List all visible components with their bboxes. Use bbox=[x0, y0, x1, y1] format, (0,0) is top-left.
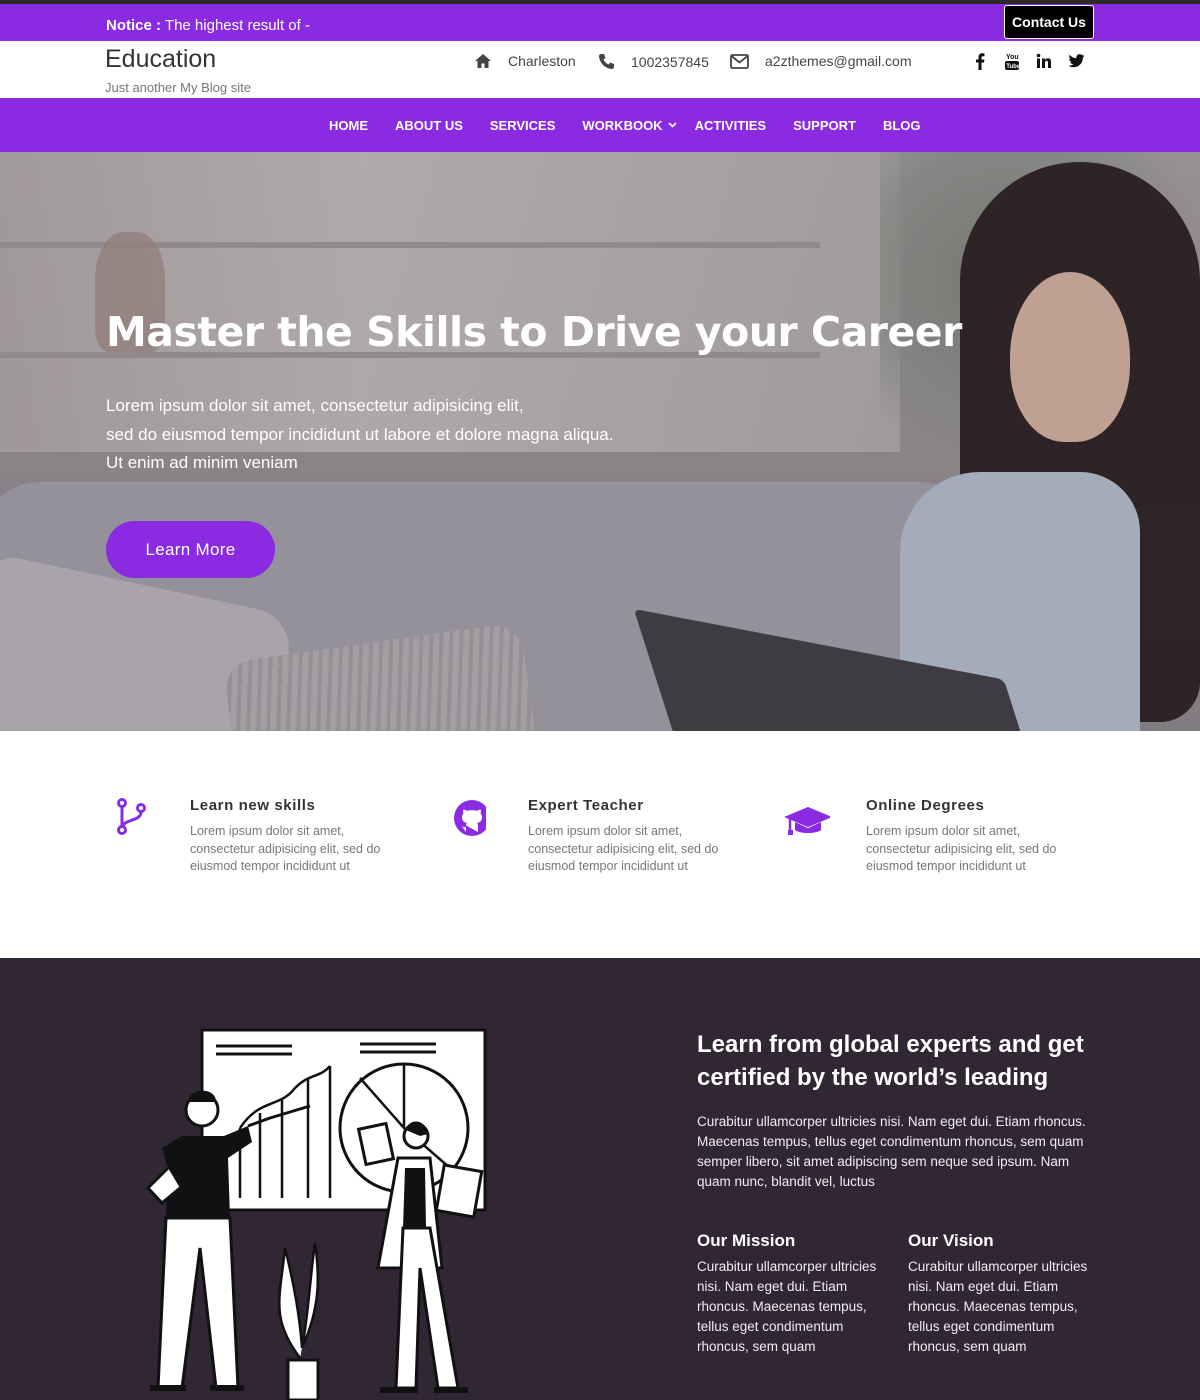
phone-info: 1002357845 bbox=[598, 53, 709, 70]
location-info: Charleston bbox=[474, 53, 576, 69]
hero-banner: Master the Skills to Drive your Career L… bbox=[0, 152, 1200, 731]
phone-icon bbox=[599, 54, 614, 69]
svg-text:You: You bbox=[1006, 54, 1019, 61]
notice-bar: Notice : The highest result of - Contact… bbox=[0, 0, 1200, 41]
email-text[interactable]: a2zthemes@gmail.com bbox=[765, 53, 912, 69]
feature-title: Learn new skills bbox=[190, 797, 316, 814]
branch-icon bbox=[117, 798, 146, 835]
feature-title: Expert Teacher bbox=[528, 797, 644, 814]
nav-menu: HOME ABOUT US SERVICES WORKBOOK ACTIVITI… bbox=[329, 98, 948, 152]
mission-text: Curabitur ullamcorper ultricies nisi. Na… bbox=[697, 1259, 877, 1354]
chevron-down-icon bbox=[668, 122, 677, 128]
phone-text[interactable]: 1002357845 bbox=[631, 54, 709, 70]
about-title: Learn from global experts and get certif… bbox=[697, 1031, 1084, 1091]
nav-item-home[interactable]: HOME bbox=[329, 118, 368, 133]
social-links: You Tube bbox=[970, 51, 1086, 71]
location-text: Charleston bbox=[508, 53, 576, 69]
about-section: Learn from global experts and get certif… bbox=[0, 958, 1200, 1400]
features-section: Learn new skills Lorem ipsum dolor sit a… bbox=[0, 731, 1200, 958]
hero-text: Lorem ipsum dolor sit amet, consectetur … bbox=[106, 392, 614, 478]
graduation-cap-icon bbox=[784, 807, 830, 835]
nav-item-blog[interactable]: BLOG bbox=[883, 118, 921, 133]
nav-item-support[interactable]: SUPPORT bbox=[793, 118, 856, 133]
notice-text: Notice : The highest result of - bbox=[106, 17, 310, 34]
main-nav: HOME ABOUT US SERVICES WORKBOOK ACTIVITI… bbox=[0, 98, 1200, 152]
feature-title: Online Degrees bbox=[866, 797, 985, 814]
about-text: Curabitur ullamcorper ultricies nisi. Na… bbox=[697, 1114, 1086, 1189]
feature-description: Lorem ipsum dolor sit amet, consectetur … bbox=[866, 824, 1057, 873]
hero-text-line: Lorem ipsum dolor sit amet, consectetur … bbox=[106, 396, 524, 415]
site-tagline: Just another My Blog site bbox=[105, 80, 251, 95]
nav-item-activities[interactable]: ACTIVITIES bbox=[695, 118, 767, 133]
youtube-icon[interactable]: You Tube bbox=[1002, 51, 1022, 71]
email-info: a2zthemes@gmail.com bbox=[730, 53, 912, 69]
hero-title: Master the Skills to Drive your Career bbox=[106, 308, 962, 356]
twitter-icon[interactable] bbox=[1066, 51, 1086, 71]
vision-title: Our Vision bbox=[908, 1231, 994, 1250]
envelope-icon bbox=[730, 53, 749, 69]
feature-description: Lorem ipsum dolor sit amet, consectetur … bbox=[528, 824, 719, 873]
feature-description: Lorem ipsum dolor sit amet, consectetur … bbox=[190, 824, 381, 873]
github-icon bbox=[454, 800, 486, 836]
home-icon bbox=[475, 54, 491, 68]
facebook-icon[interactable] bbox=[970, 51, 990, 71]
learn-more-button[interactable]: Learn More bbox=[106, 521, 275, 578]
hero-text-line: Ut enim ad minim veniam bbox=[106, 453, 298, 472]
presentation-illustration bbox=[145, 1028, 487, 1400]
nav-item-services[interactable]: SERVICES bbox=[490, 118, 556, 133]
contact-us-button[interactable]: Contact Us bbox=[1004, 5, 1094, 39]
nav-item-workbook[interactable]: WORKBOOK bbox=[582, 117, 677, 133]
nav-item-about-us[interactable]: ABOUT US bbox=[395, 118, 463, 133]
mission-title: Our Mission bbox=[697, 1231, 796, 1250]
nav-item-workbook-label: WORKBOOK bbox=[582, 117, 663, 133]
hero-text-line: sed do eiusmod tempor incididunt ut labo… bbox=[106, 424, 614, 444]
site-header: Education Just another My Blog site Char… bbox=[0, 41, 1200, 98]
linkedin-icon[interactable] bbox=[1034, 51, 1054, 71]
site-title[interactable]: Education bbox=[105, 45, 216, 74]
vision-text: Curabitur ullamcorper ultricies nisi. Na… bbox=[908, 1259, 1088, 1354]
svg-text:Tube: Tube bbox=[1006, 64, 1020, 70]
